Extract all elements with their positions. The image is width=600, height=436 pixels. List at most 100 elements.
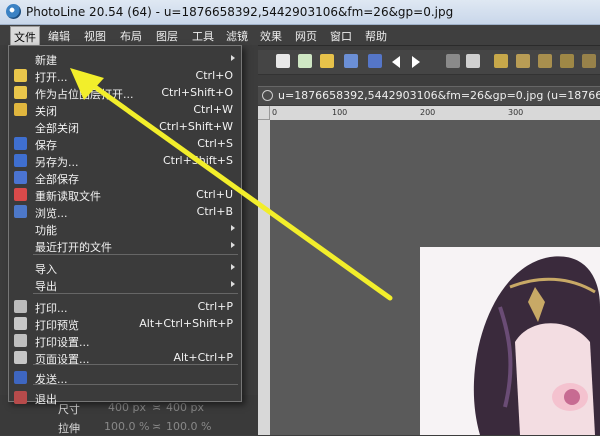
menu-item-shortcut: Ctrl+S	[197, 137, 233, 150]
menu-item-label: 打印设置...	[35, 336, 90, 349]
file-menu-item[interactable]: 重新读取文件 Ctrl+U	[9, 186, 241, 203]
browse-icon	[14, 205, 27, 218]
print-settings-icon	[14, 334, 27, 347]
stretch-height[interactable]: 100.0 %	[166, 420, 211, 433]
clipboard-icon[interactable]	[582, 54, 596, 68]
menu-item-label: 打印预览	[35, 319, 79, 332]
stretch-link: ≍	[152, 420, 162, 433]
file-menu-item[interactable]: 打印设置...	[9, 332, 241, 349]
submenu-arrow-icon	[231, 225, 235, 231]
open-folder-icon	[14, 86, 27, 99]
menu-view[interactable]: 视图	[84, 28, 106, 44]
file-menu-item[interactable]: 打印... Ctrl+P	[9, 298, 241, 315]
send-icon	[14, 371, 27, 384]
menu-item-label: 全部关闭	[35, 122, 79, 135]
text-doc-icon[interactable]	[298, 54, 312, 68]
ruler-corner[interactable]	[258, 106, 270, 120]
file-menu-item[interactable]: 关闭 Ctrl+W	[9, 101, 241, 118]
menu-item-shortcut: Ctrl+W	[193, 103, 233, 116]
document-tab[interactable]: u=1876658392,5442903106&fm=26&gp=0.jpg (…	[258, 86, 600, 105]
file-menu-item[interactable]: 另存为... Ctrl+Shift+S	[9, 152, 241, 169]
file-menu-item[interactable]: 打开... Ctrl+O	[9, 67, 241, 84]
menu-effects[interactable]: 效果	[260, 28, 282, 44]
stretch-width[interactable]: 100.0 %	[104, 420, 149, 433]
toolbar	[258, 50, 600, 75]
menu-layer[interactable]: 图层	[156, 28, 178, 44]
file-menu-item[interactable]: 退出	[9, 389, 241, 406]
menu-layout[interactable]: 布局	[120, 28, 142, 44]
menu-separator	[33, 364, 238, 365]
open-icon[interactable]	[320, 54, 334, 68]
folder-icon	[14, 103, 27, 116]
submenu-arrow-icon	[231, 242, 235, 248]
menu-item-shortcut: Ctrl+P	[197, 300, 233, 313]
menu-item-shortcut: Ctrl+O	[195, 69, 233, 82]
file-menu-item[interactable]: 打印预览 Alt+Ctrl+Shift+P	[9, 315, 241, 332]
submenu-arrow-icon	[231, 264, 235, 270]
menu-item-label: 新建	[35, 54, 57, 67]
menu-edit[interactable]: 编辑	[48, 28, 70, 44]
forward-arrow-icon[interactable]	[412, 56, 420, 68]
exit-icon	[14, 391, 27, 404]
menu-item-shortcut: Ctrl+B	[196, 205, 233, 218]
print-icon[interactable]	[466, 54, 480, 68]
print-icon	[14, 300, 27, 313]
menu-item-label: 保存	[35, 139, 57, 152]
print-preview-icon	[14, 317, 27, 330]
file-menu-item[interactable]: 功能	[9, 220, 241, 237]
file-menu-item[interactable]: 保存 Ctrl+S	[9, 135, 241, 152]
menu-item-label: 全部保存	[35, 173, 79, 186]
vertical-ruler[interactable]	[258, 120, 270, 435]
image-canvas[interactable]	[420, 247, 600, 435]
file-menu-item[interactable]: 最近打开的文件	[9, 237, 241, 254]
ruler-tick-200: 200	[420, 108, 436, 117]
browser-icon[interactable]	[344, 54, 358, 68]
menu-item-shortcut: Alt+Ctrl+P	[173, 351, 233, 364]
menu-tools[interactable]: 工具	[192, 28, 214, 44]
menu-bar: 文件 编辑 视图 布局 图层 工具 滤镜 效果 网页 窗口 帮助	[0, 25, 600, 48]
ruler-tick-0: 0	[272, 108, 278, 117]
menu-item-shortcut: Alt+Ctrl+Shift+P	[139, 317, 233, 330]
file-menu-dropdown: 新建打开... Ctrl+O 作为占位图层打开... Ctrl+Shift+O 关闭 Ct…	[8, 45, 242, 406]
document-title: u=1876658392,5442903106&fm=26&gp=0.jpg (…	[278, 89, 600, 102]
menu-item-label: 导入	[35, 263, 57, 276]
menu-item-label: 打开...	[35, 71, 68, 84]
stretch-label: 拉伸	[58, 422, 80, 435]
menu-item-shortcut: Ctrl+Shift+W	[159, 120, 233, 133]
save-icon	[14, 137, 27, 150]
paste-icon[interactable]	[538, 54, 552, 68]
file-menu-item[interactable]: 作为占位图层打开... Ctrl+Shift+O	[9, 84, 241, 101]
menu-item-shortcut: Ctrl+U	[196, 188, 233, 201]
menu-filter[interactable]: 滤镜	[226, 28, 248, 44]
menu-web[interactable]: 网页	[295, 28, 317, 44]
photoline-app-icon	[6, 4, 21, 19]
menu-item-label: 作为占位图层打开...	[35, 88, 134, 101]
file-menu-item[interactable]: 导入	[9, 259, 241, 276]
new-document-icon[interactable]	[276, 54, 290, 68]
menu-separator	[33, 254, 238, 255]
send-icon[interactable]	[446, 54, 460, 68]
cut-icon[interactable]	[494, 54, 508, 68]
menu-help[interactable]: 帮助	[365, 28, 387, 44]
menu-separator	[33, 384, 238, 385]
open-folder-icon	[14, 69, 27, 82]
ruler-tick-100: 100	[332, 108, 348, 117]
horizontal-ruler[interactable]: 0 100 200 300	[270, 106, 600, 120]
paste-special-icon[interactable]	[560, 54, 574, 68]
copy-icon[interactable]	[516, 54, 530, 68]
file-menu-item[interactable]: 全部保存	[9, 169, 241, 186]
menu-item-label: 最近打开的文件	[35, 241, 112, 254]
reload-icon	[14, 188, 27, 201]
menu-window[interactable]: 窗口	[330, 28, 352, 44]
submenu-arrow-icon	[231, 55, 235, 61]
file-menu-item[interactable]: 全部关闭 Ctrl+Shift+W	[9, 118, 241, 135]
menu-item-shortcut: Ctrl+Shift+S	[163, 154, 233, 167]
save-icon[interactable]	[368, 54, 382, 68]
file-menu-item[interactable]: 新建	[9, 50, 241, 67]
menu-item-label: 关闭	[35, 105, 57, 118]
back-arrow-icon[interactable]	[392, 56, 400, 68]
submenu-arrow-icon	[231, 281, 235, 287]
menu-item-label: 退出	[35, 393, 57, 406]
file-menu-item[interactable]: 浏览... Ctrl+B	[9, 203, 241, 220]
file-menu-item[interactable]: 导出	[9, 276, 241, 293]
